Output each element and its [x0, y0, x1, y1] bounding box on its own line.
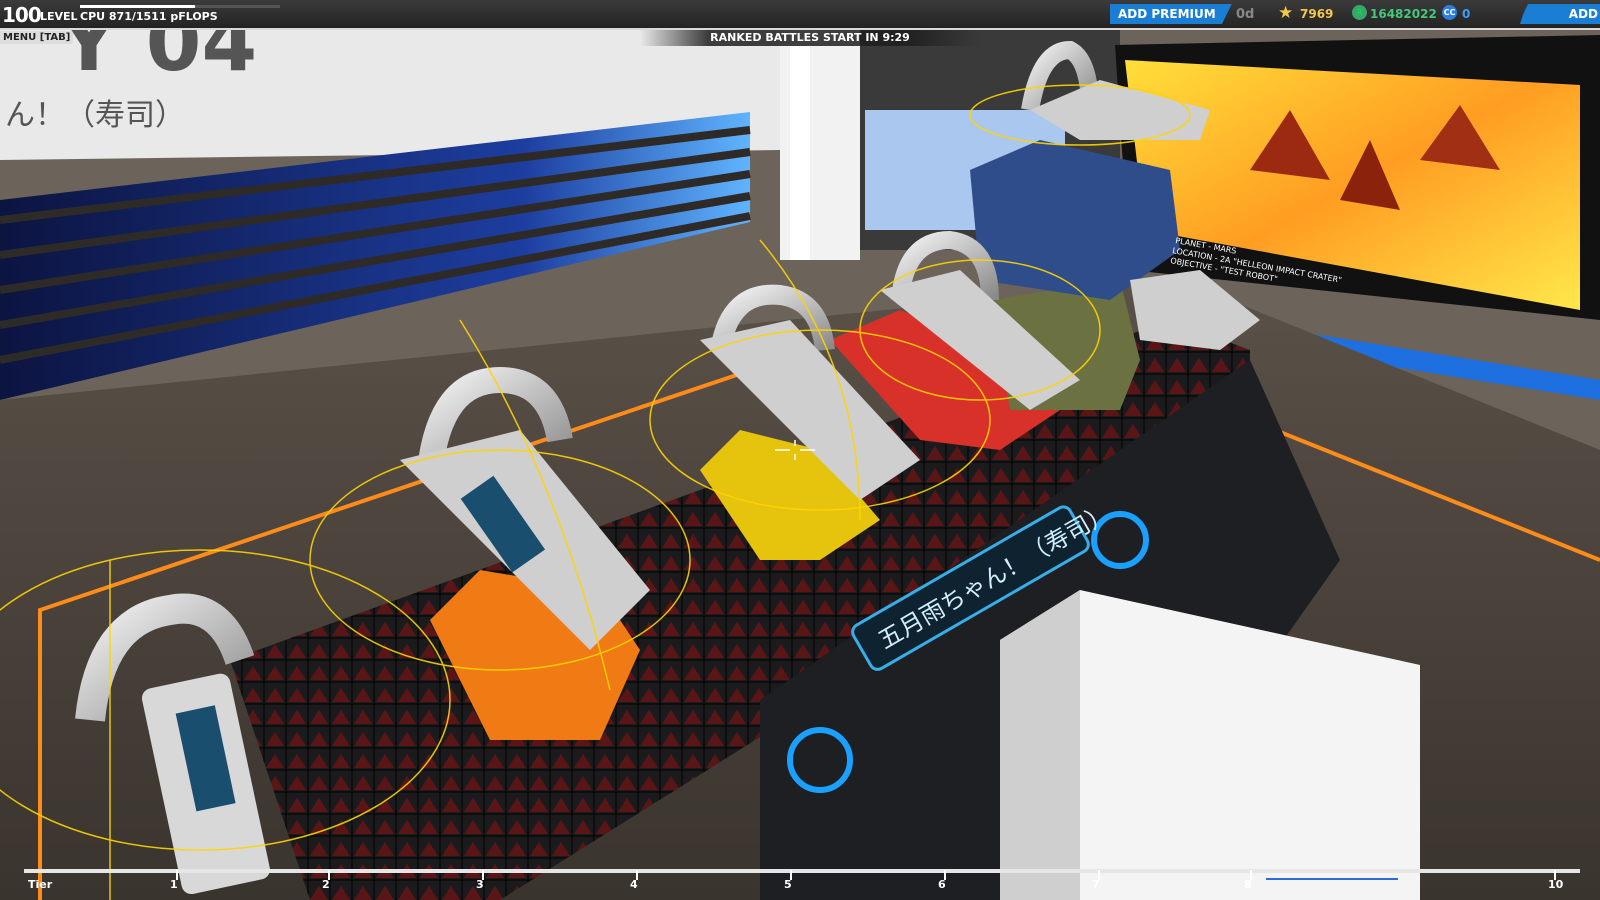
tier-tick-label: 5	[784, 878, 792, 891]
wall-sign-jp: ん！（寿司）	[5, 98, 185, 133]
tier-tick-label: 10	[1548, 878, 1564, 891]
tier-tick-label: 7	[1092, 878, 1100, 891]
tier-current-segment	[1266, 878, 1398, 880]
player-level: 100	[2, 3, 42, 27]
cosmetic-credits-count: 0	[1462, 7, 1471, 21]
tier-tick-label: 8	[1244, 878, 1252, 891]
robits-count: 7969	[1300, 7, 1334, 21]
garage-scene: Y 04 ん！（寿司） 五月雨ちゃん！（寿司） PLANET - MARS LO…	[0, 0, 1600, 900]
cosmetic-credits-icon: CC	[1442, 5, 1457, 20]
cpu-bar	[80, 5, 280, 8]
premium-days: 0d	[1236, 7, 1255, 22]
funds-count: 16482022	[1370, 7, 1437, 21]
cpu-readout: CPU 871/1511 pFLOPS	[80, 10, 218, 23]
tier-label: Tier	[28, 878, 53, 891]
tier-tick-label: 1	[170, 878, 178, 891]
tier-tick-label: 2	[322, 878, 330, 891]
add-funds-button[interactable]: ADD FUNDS	[1520, 4, 1600, 24]
level-label: LEVEL	[40, 10, 78, 23]
robit-points-icon: R	[1352, 5, 1367, 20]
top-hud: 100 LEVEL CPU 871/1511 pFLOPS ADD PREMIU…	[0, 0, 1600, 30]
ranked-battles-timer: RANKED BATTLES START IN 9:29	[640, 30, 980, 46]
tier-tick-label: 4	[630, 878, 638, 891]
menu-tab-button[interactable]: MENU [TAB]	[0, 31, 74, 44]
add-premium-button[interactable]: ADD PREMIUM	[1110, 4, 1232, 24]
tier-tick-label: 3	[476, 878, 484, 891]
tier-progress-bar	[24, 869, 1580, 873]
robits-star-icon: ★	[1278, 3, 1294, 23]
cpu-bar-fill	[80, 5, 196, 8]
tier-tick-label: 6	[938, 878, 946, 891]
